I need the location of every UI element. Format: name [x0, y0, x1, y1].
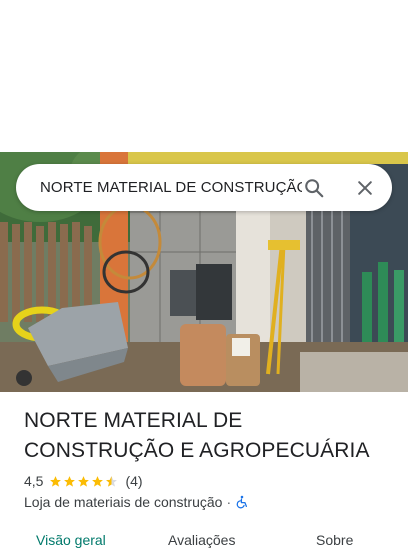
place-title: NORTE MATERIAL DE CONSTRUÇÃO E AGROPECUÁ…: [24, 409, 370, 462]
star-icon: [78, 475, 90, 487]
star-rating: [49, 475, 119, 488]
separator-dot: ·: [226, 494, 232, 510]
star-icon: [50, 475, 62, 487]
search-icon: [305, 179, 324, 198]
place-tabs: Visão geral Avaliações Sobre: [0, 528, 408, 558]
tab-reviews[interactable]: Avaliações: [168, 528, 235, 552]
star-icon: [92, 475, 104, 487]
tab-about[interactable]: Sobre: [316, 528, 353, 552]
half-star-icon: [106, 475, 118, 487]
search-bar[interactable]: NORTE MATERIAL DE CONSTRUÇÃO E AGROPECUÁ…: [16, 164, 392, 211]
rating-row[interactable]: 4,5 (4): [24, 471, 143, 491]
rating-value: 4,5: [24, 473, 44, 489]
place-category: Loja de materiais de construção: [24, 494, 223, 510]
search-input[interactable]: NORTE MATERIAL DE CONSTRUÇÃO E AGROPECUÁ…: [40, 164, 302, 211]
map-blank-area: [0, 0, 408, 152]
review-count[interactable]: (4): [125, 473, 142, 489]
search-button[interactable]: [297, 171, 331, 205]
category-row: Loja de materiais de construção ·: [24, 492, 249, 512]
clear-search-button[interactable]: [348, 171, 382, 205]
star-icon: [64, 475, 76, 487]
tab-overview[interactable]: Visão geral: [36, 528, 106, 552]
wheelchair-icon: [236, 495, 248, 509]
close-icon: [358, 181, 372, 195]
